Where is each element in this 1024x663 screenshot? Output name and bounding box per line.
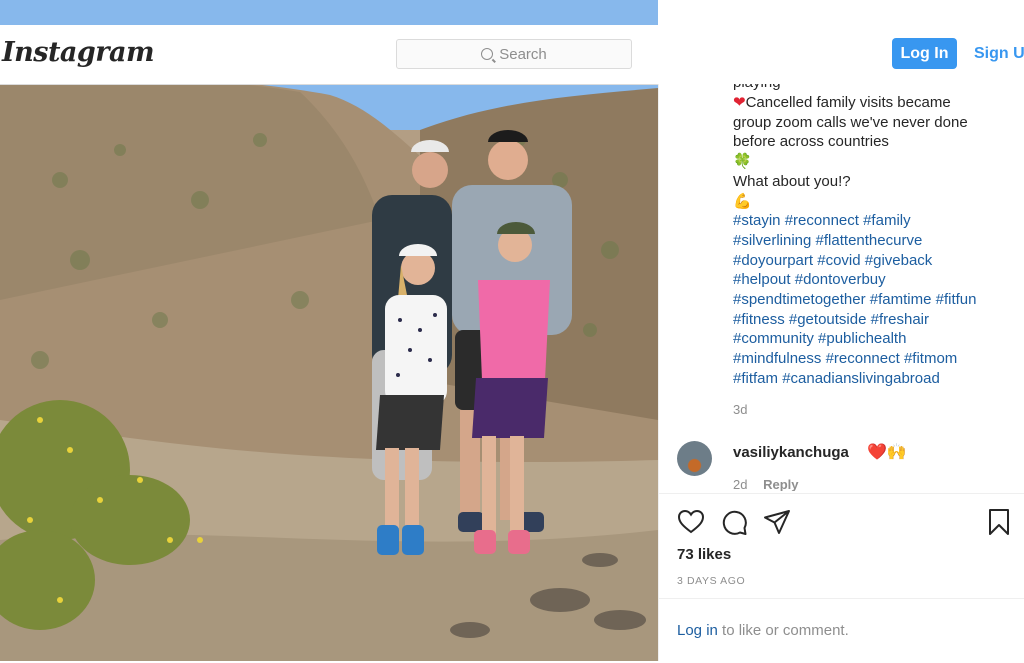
signup-link[interactable]: Sign Up [974,45,1024,63]
caption-line: before across countries [733,133,889,151]
search-input[interactable]: Search [396,39,632,69]
caption-line: group zoom calls we've never done [733,113,968,131]
hashtag-link[interactable]: #family [863,212,911,229]
hashtag-link[interactable]: #giveback [865,252,933,269]
hashtag-link[interactable]: #silverlining [733,232,811,249]
caption-cut-line: playing [733,84,1018,93]
comment-icon[interactable] [720,508,748,536]
hashtag-link[interactable]: #fitmom [904,350,957,367]
hashtag-link[interactable]: #mindfulness [733,350,821,367]
hashtag-link[interactable]: #reconnect [785,212,859,229]
instagram-logo[interactable]: Instagram [2,37,155,68]
hashtag-line: #helpout #dontoverbuy [733,270,1018,290]
hashtag-line: #doyourpart #covid #giveback [733,251,1018,271]
hashtag-link[interactable]: #canadianslivingabroad [782,370,940,387]
comment-text: ❤️🙌 [867,444,907,461]
hashtag-link[interactable]: #doyourpart [733,252,813,269]
hashtag-link[interactable]: #flattenthecurve [816,232,923,249]
avatar[interactable] [677,441,712,476]
comment-meta: 2d Reply [733,477,799,491]
hashtag-link[interactable]: #helpout [733,271,791,288]
hashtag-link[interactable]: #community [733,330,814,347]
bookmark-icon[interactable] [985,508,1013,536]
hashtag-line: #mindfulness #reconnect #fitmom [733,349,1018,369]
post-age: 3d [733,402,748,417]
caption-line: What about you!? [733,172,851,190]
comment: vasiliykanchuga ❤️🙌 2d Reply [677,441,1017,491]
post-side-panel: playing ❤Cancelled family visits became … [658,84,1024,662]
heart-icon[interactable] [677,508,705,536]
hashtag-line: #silverlining #flattenthecurve [733,231,1018,251]
search-icon [481,48,494,60]
reply-button[interactable]: Reply [763,477,798,491]
hashtag-line: #fitness #getoutside #freshair [733,310,1018,330]
comment-age: 2d [733,477,748,491]
caption-line: ❤Cancelled family visits became [733,94,951,111]
hashtag-link[interactable]: #covid [817,252,860,269]
login-prompt: Log in to like or comment. [659,598,1024,663]
hashtag-line: #stayin #reconnect #family [733,211,1018,231]
flexed-biceps-emoji-icon: 💪 [733,192,752,210]
hashtag-link[interactable]: #stayin [733,212,781,229]
hashtag-link[interactable]: #fitness [733,311,785,328]
hashtag-line: #spendtimetogether #famtime #fitfun [733,290,1018,310]
hashtag-link[interactable]: #fitfun [936,291,977,308]
hashtag-link[interactable]: #famtime [870,291,932,308]
search-placeholder: Search [499,45,547,63]
hashtag-link[interactable]: #freshair [871,311,929,328]
top-nav: Instagram Search Log In Sign Up [0,25,1024,85]
hashtag-link[interactable]: #fitfam [733,370,778,387]
hashtag-line: #fitfam #canadianslivingabroad [733,369,1018,389]
clover-emoji-icon: 🍀 [733,153,752,171]
post-photo [0,0,658,661]
login-button[interactable]: Log In [892,38,957,69]
hashtag-link[interactable]: #getoutside [789,311,867,328]
post-actions: 73 likes 3 DAYS AGO Log in to like or co… [659,493,1024,662]
login-link[interactable]: Log in [677,622,718,639]
hashtag-line: #community #publichealth [733,329,1018,349]
hashtag-link[interactable]: #reconnect [826,350,900,367]
likes-count[interactable]: 73 likes [677,546,731,563]
hashtag-link[interactable]: #dontoverbuy [795,271,886,288]
hashtag-link[interactable]: #spendtimetogether [733,291,866,308]
heart-emoji-icon: ❤ [733,94,746,111]
post-caption: playing ❤Cancelled family visits became … [733,84,1018,389]
post-date: 3 DAYS AGO [677,575,746,587]
share-icon[interactable] [763,508,791,536]
login-prompt-text: to like or comment. [717,622,849,639]
hashtag-link[interactable]: #publichealth [818,330,906,347]
comment-username[interactable]: vasiliykanchuga [733,444,849,461]
hashtag-list: #stayin #reconnect #family #silverlining … [733,211,1018,388]
